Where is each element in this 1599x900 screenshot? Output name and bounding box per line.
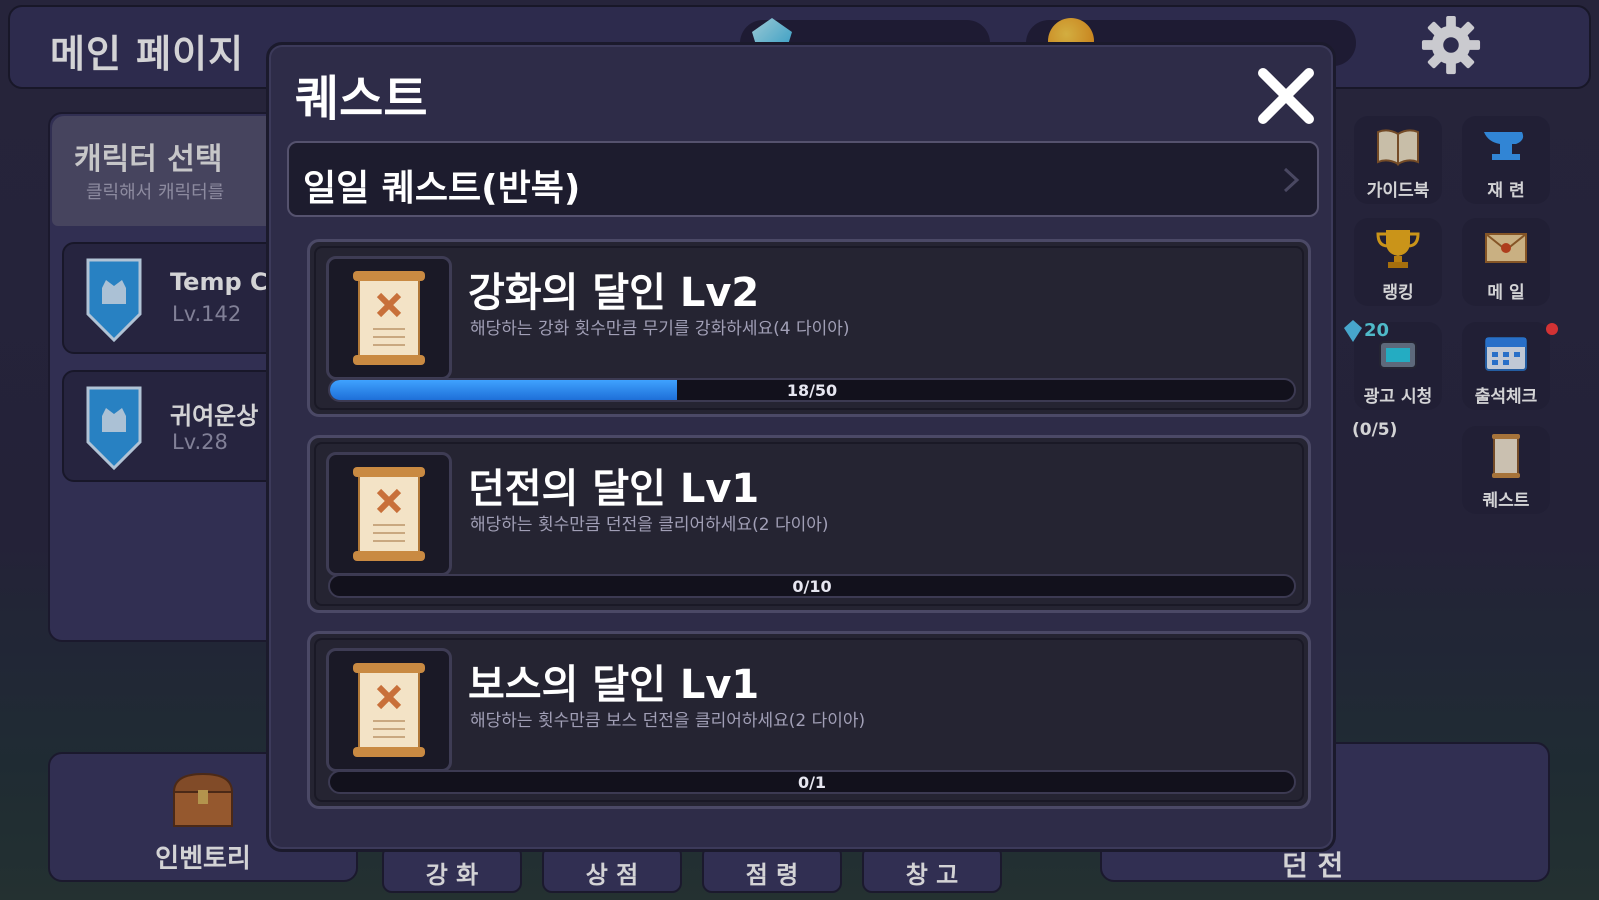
quest-description: 해당하는 강화 횟수만큼 무기를 강화하세요(4 다이아) [470, 319, 850, 339]
quest-name: 보스의 달인 Lv1 [468, 662, 760, 708]
quest-description: 해당하는 횟수만큼 던전을 클리어하세요(2 다이아) [470, 515, 829, 535]
quest-modal: 퀘스트 일일 퀘스트(반복) 강화의 달인 Lv2 해당하는 강화 횟수만큼 무… [266, 42, 1336, 852]
quest-name: 강화의 달인 Lv2 [468, 270, 760, 316]
daily-quest-tab[interactable]: 일일 퀘스트(반복) [287, 141, 1319, 217]
quest-card[interactable]: 던전의 달인 Lv1 해당하는 횟수만큼 던전을 클리어하세요(2 다이아) 0… [307, 435, 1311, 613]
quest-progress-text: 0/1 [797, 773, 827, 792]
quest-progress-bar: 18/50 [328, 378, 1296, 402]
quest-list: 강화의 달인 Lv2 해당하는 강화 횟수만큼 무기를 강화하세요(4 다이아)… [307, 239, 1311, 831]
chevron-right-icon [1283, 167, 1300, 193]
quest-card[interactable]: 강화의 달인 Lv2 해당하는 강화 횟수만큼 무기를 강화하세요(4 다이아)… [307, 239, 1311, 417]
quest-description: 해당하는 횟수만큼 보스 던전을 클리어하세요(2 다이아) [470, 711, 866, 731]
quest-progress-bar: 0/1 [328, 770, 1296, 794]
daily-quest-tab-label: 일일 퀘스트(반복) [303, 168, 581, 209]
quest-progress-bar: 0/10 [328, 574, 1296, 598]
quest-icon-frame [326, 256, 452, 380]
quest-icon-frame [326, 648, 452, 772]
quest-name: 던전의 달인 Lv1 [468, 466, 760, 512]
scroll-icon [353, 663, 425, 757]
scroll-icon [353, 271, 425, 365]
quest-progress-text: 0/10 [792, 577, 832, 596]
quest-card[interactable]: 보스의 달인 Lv1 해당하는 횟수만큼 보스 던전을 클리어하세요(2 다이아… [307, 631, 1311, 809]
modal-title: 퀘스트 [295, 71, 428, 127]
close-icon[interactable] [1255, 65, 1317, 127]
quest-progress-text: 18/50 [786, 381, 838, 400]
scroll-icon [353, 467, 425, 561]
quest-icon-frame [326, 452, 452, 576]
